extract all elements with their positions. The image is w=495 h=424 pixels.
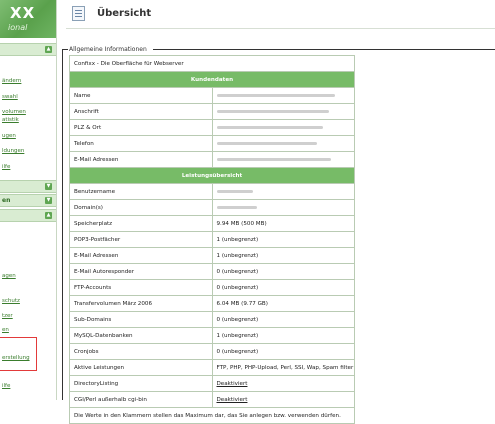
row-value (211, 103, 355, 120)
table-row: Transfervolumen März 2006 6.04 MB (9.77 … (69, 295, 355, 312)
sidebar-section-header-3[interactable]: en ▼ (0, 194, 56, 207)
sidebar-item-statistik[interactable]: atistik (2, 117, 19, 123)
row-value: 1 (unbegrenzt) (211, 247, 355, 264)
sidebar-item-benutzer[interactable]: tzer (2, 313, 13, 319)
fieldset-border (62, 49, 63, 400)
header-divider (66, 28, 495, 29)
row-value: Deaktiviert (211, 375, 355, 392)
sidebar-item-hilfe-2[interactable]: ilfe (2, 383, 10, 389)
row-value (211, 183, 355, 200)
row-value: 0 (unbegrenzt) (211, 311, 355, 328)
fieldset-border (153, 49, 495, 50)
table-row: E-Mail Adressen (69, 151, 355, 168)
sidebar-section-header-2[interactable]: ▼ (0, 180, 56, 193)
row-value (211, 151, 355, 168)
sidebar-item-meldungen[interactable]: ldungen (2, 148, 24, 154)
row-value: FTP, PHP, PHP-Upload, Perl, SSI, Wap, Sp… (211, 359, 355, 376)
sidebar-section-header-4[interactable]: ▲ (0, 209, 56, 222)
collapse-icon[interactable]: ▲ (45, 212, 52, 219)
row-label: Name (69, 87, 213, 104)
row-label: Speicherplatz (69, 215, 213, 232)
directory-listing-link[interactable]: Deaktiviert (217, 381, 248, 387)
table-row: DirectoryListing Deaktiviert (69, 375, 355, 392)
fieldset-legend: Allgemeine Informationen (69, 46, 147, 53)
row-label: Sub-Domains (69, 311, 213, 328)
info-table: Confixx - Die Oberfläche für Webserver K… (69, 55, 355, 424)
row-value (211, 87, 355, 104)
table-row: Sub-Domains 0 (unbegrenzt) (69, 311, 355, 328)
row-label: DirectoryListing (69, 375, 213, 392)
page-icon (72, 6, 85, 21)
customer-data-header: Kundendaten (69, 71, 355, 88)
page-title: Übersicht (97, 8, 152, 19)
row-label: PLZ & Ort (69, 119, 213, 136)
row-value (211, 135, 355, 152)
row-label: Benutzername (69, 183, 213, 200)
row-label: E-Mail Adressen (69, 151, 213, 168)
table-row: FTP-Accounts 0 (unbegrenzt) (69, 279, 355, 296)
sidebar-item-schutz[interactable]: schutz (2, 298, 20, 304)
table-row: Anschrift (69, 103, 355, 120)
table-row: Cronjobs 0 (unbegrenzt) (69, 343, 355, 360)
highlight-box (0, 337, 37, 371)
table-row: Name (69, 87, 355, 104)
logo: XX ional (0, 0, 56, 38)
row-label: Telefon (69, 135, 213, 152)
collapse-icon[interactable]: ▲ (45, 46, 52, 53)
logo-brand: XX (10, 4, 36, 22)
row-value: 0 (unbegrenzt) (211, 279, 355, 296)
row-label: Cronjobs (69, 343, 213, 360)
row-label: E-Mail Adressen (69, 247, 213, 264)
table-title: Confixx - Die Oberfläche für Webserver (69, 55, 355, 72)
footer-note: Die Werte in den Klammern stellen das Ma… (69, 407, 355, 424)
row-value: 6.04 MB (9.77 GB) (211, 295, 355, 312)
sidebar-item-hilfe[interactable]: ilfe (2, 164, 10, 170)
sidebar: XX ional ▲ ändern swahl volumen atistik … (0, 0, 57, 400)
row-value (211, 199, 355, 216)
sidebar-item-auswahl[interactable]: swahl (2, 94, 18, 100)
sidebar-item-aendern[interactable]: ändern (2, 78, 21, 84)
expand-icon[interactable]: ▼ (45, 197, 52, 204)
row-label: Domain(s) (69, 199, 213, 216)
row-label: E-Mail Autoresponder (69, 263, 213, 280)
table-row: Domain(s) (69, 199, 355, 216)
row-value: 1 (unbegrenzt) (211, 327, 355, 344)
table-row: Speicherplatz 9.94 MB (500 MB) (69, 215, 355, 232)
row-value: 0 (unbegrenzt) (211, 343, 355, 360)
table-row: Benutzername (69, 183, 355, 200)
table-row: E-Mail Autoresponder 0 (unbegrenzt) (69, 263, 355, 280)
row-label: Anschrift (69, 103, 213, 120)
table-row: POP3-Postfächer 1 (unbegrenzt) (69, 231, 355, 248)
table-row: MySQL-Datenbanken 1 (unbegrenzt) (69, 327, 355, 344)
row-label: MySQL-Datenbanken (69, 327, 213, 344)
services-header: Leistungsübersicht (69, 167, 355, 184)
table-row: PLZ & Ort (69, 119, 355, 136)
row-value: 0 (unbegrenzt) (211, 263, 355, 280)
row-value (211, 119, 355, 136)
table-row: E-Mail Adressen 1 (unbegrenzt) (69, 247, 355, 264)
sidebar-item-anfragen[interactable]: agen (2, 273, 16, 279)
sidebar-section-header-1[interactable]: ▲ (0, 43, 56, 56)
row-label: POP3-Postfächer (69, 231, 213, 248)
row-label: FTP-Accounts (69, 279, 213, 296)
table-row: Telefon (69, 135, 355, 152)
row-value: 1 (unbegrenzt) (211, 231, 355, 248)
row-value: 9.94 MB (500 MB) (211, 215, 355, 232)
row-label: Transfervolumen März 2006 (69, 295, 213, 312)
table-row: Aktive Leistungen FTP, PHP, PHP-Upload, … (69, 359, 355, 376)
sidebar-item-en[interactable]: en (2, 327, 9, 333)
sidebar-section-label: en (2, 197, 11, 204)
sidebar-item-fragen[interactable]: ugen (2, 133, 16, 139)
logo-subtitle: ional (8, 23, 28, 32)
sidebar-item-volumen[interactable]: volumen (2, 109, 26, 115)
expand-icon[interactable]: ▼ (45, 183, 52, 190)
row-label: Aktive Leistungen (69, 359, 213, 376)
